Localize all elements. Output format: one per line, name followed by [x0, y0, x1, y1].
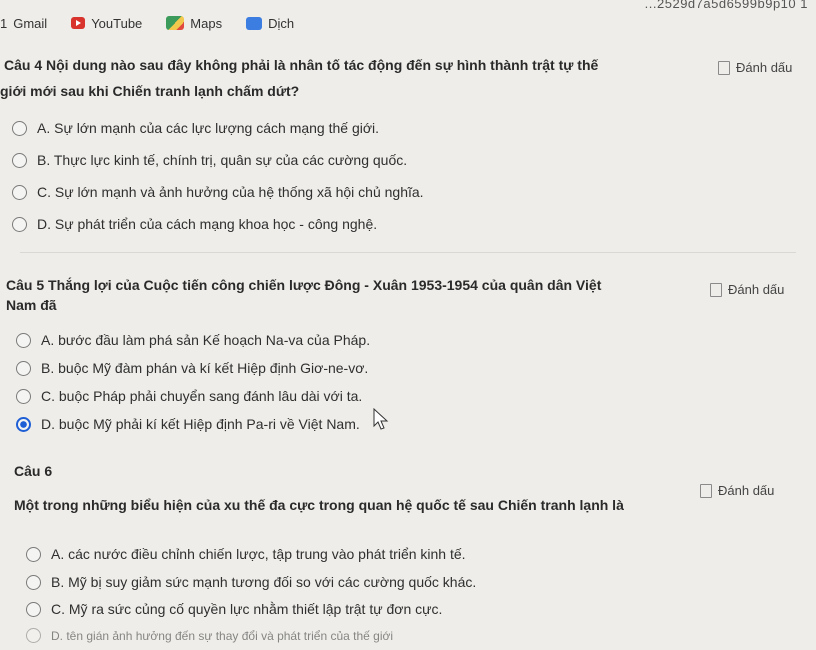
option-text: B. Thực lực kinh tế, chính trị, quân sự … — [37, 152, 408, 168]
q4-option-c[interactable]: C. Sự lớn mạnh và ảnh hưởng của hệ thống… — [12, 184, 424, 200]
q6-option-b[interactable]: B. Mỹ bị suy giảm sức mạnh tương đối so … — [26, 574, 476, 590]
bookmark-label: Gmail — [13, 15, 48, 31]
option-text: B. buộc Mỹ đàm phán và kí kết Hiệp định … — [41, 360, 369, 376]
bookmarks-bar: 1 Gmail YouTube Maps Dịch — [0, 0, 816, 46]
bookmark-gmail[interactable]: 1 Gmail — [0, 16, 47, 31]
option-text: A. các nước điều chỉnh chiến lược, tập t… — [51, 546, 466, 562]
option-text: A. Sự lớn mạnh của các lực lượng cách mạ… — [37, 120, 380, 136]
q5-option-c[interactable]: C. buộc Pháp phải chuyển sang đánh lâu d… — [16, 388, 362, 404]
bookmark-maps[interactable]: Maps — [166, 16, 222, 31]
youtube-icon — [71, 17, 86, 29]
radio-button[interactable] — [26, 601, 41, 617]
radio-button-selected[interactable] — [16, 416, 31, 432]
flag-label: Đánh dấu — [736, 60, 793, 75]
option-text: D. tên gián ảnh hưởng đến sự thay đổi và… — [51, 628, 394, 643]
flag-label: Đánh dấu — [728, 282, 785, 297]
option-text: B. Mỹ bị suy giảm sức mạnh tương đối so … — [51, 574, 477, 590]
flag-question-6[interactable]: Đánh dấu — [700, 483, 774, 498]
maps-icon — [166, 16, 185, 30]
bookmark-label: Dịch — [268, 15, 295, 31]
radio-button[interactable] — [16, 360, 31, 376]
radio-button[interactable] — [12, 152, 27, 168]
bookmark-flag-icon — [710, 282, 722, 297]
q4-option-b[interactable]: B. Thực lực kinh tế, chính trị, quân sự … — [12, 152, 407, 168]
question-5-title-line2: Nam đã — [6, 297, 57, 313]
q6-option-a[interactable]: A. các nước điều chỉnh chiến lược, tập t… — [26, 546, 466, 562]
option-text: A. bước đầu làm phá sản Kế hoạch Na-va c… — [41, 332, 371, 348]
bookmark-translate[interactable]: Dịch — [246, 16, 294, 31]
radio-button[interactable] — [12, 120, 27, 136]
q6-option-d[interactable]: D. tên gián ảnh hưởng đến sự thay đổi và… — [26, 628, 393, 643]
q5-option-a[interactable]: A. bước đầu làm phá sản Kế hoạch Na-va c… — [16, 332, 370, 348]
radio-button[interactable] — [12, 184, 27, 200]
question-5-title-line1: Câu 5 Thắng lợi của Cuộc tiến công chiến… — [6, 277, 602, 293]
divider — [20, 252, 796, 253]
bookmark-label: YouTube — [91, 15, 143, 31]
q5-option-d[interactable]: D. buộc Mỹ phải kí kết Hiệp định Pa-ri v… — [16, 416, 360, 432]
bookmark-youtube[interactable]: YouTube — [71, 16, 142, 31]
gmail-icon: 1 — [0, 15, 8, 31]
option-text: C. buộc Pháp phải chuyển sang đánh lâu d… — [41, 388, 363, 404]
translate-icon — [246, 16, 263, 30]
bookmark-label: Maps — [190, 15, 223, 31]
option-text: D. buộc Mỹ phải kí kết Hiệp định Pa-ri v… — [41, 416, 360, 432]
bookmark-flag-icon — [718, 60, 730, 75]
question-4-title-line2: giới mới sau khi Chiến tranh lạnh chấm d… — [0, 83, 300, 99]
option-text: C. Mỹ ra sức củng cố quyền lực nhằm thiế… — [51, 601, 443, 617]
mouse-cursor-icon — [373, 408, 389, 430]
radio-button[interactable] — [26, 628, 41, 643]
question-6-number: Câu 6 — [14, 463, 53, 479]
q5-option-b[interactable]: B. buộc Mỹ đàm phán và kí kết Hiệp định … — [16, 360, 368, 376]
radio-button[interactable] — [16, 332, 31, 348]
question-4-title-line1: Câu 4 Nội dung nào sau đây không phải là… — [4, 57, 599, 73]
q4-option-a[interactable]: A. Sự lớn mạnh của các lực lượng cách mạ… — [12, 120, 379, 136]
flag-question-4[interactable]: Đánh dấu — [718, 60, 792, 75]
radio-button[interactable] — [26, 574, 41, 590]
bookmark-flag-icon — [700, 483, 712, 498]
radio-button[interactable] — [12, 216, 27, 232]
question-6-title: Một trong những biểu hiện của xu thế đa … — [14, 497, 624, 513]
q6-option-c[interactable]: C. Mỹ ra sức củng cố quyền lực nhằm thiế… — [26, 601, 442, 617]
flag-question-5[interactable]: Đánh dấu — [710, 282, 784, 297]
option-text: C. Sự lớn mạnh và ảnh hưởng của hệ thống… — [37, 184, 424, 200]
q4-option-d[interactable]: D. Sự phát triển của cách mạng khoa học … — [12, 216, 377, 232]
option-text: D. Sự phát triển của cách mạng khoa học … — [37, 216, 378, 232]
flag-label: Đánh dấu — [718, 483, 775, 498]
radio-button[interactable] — [26, 546, 41, 562]
radio-button[interactable] — [16, 388, 31, 404]
